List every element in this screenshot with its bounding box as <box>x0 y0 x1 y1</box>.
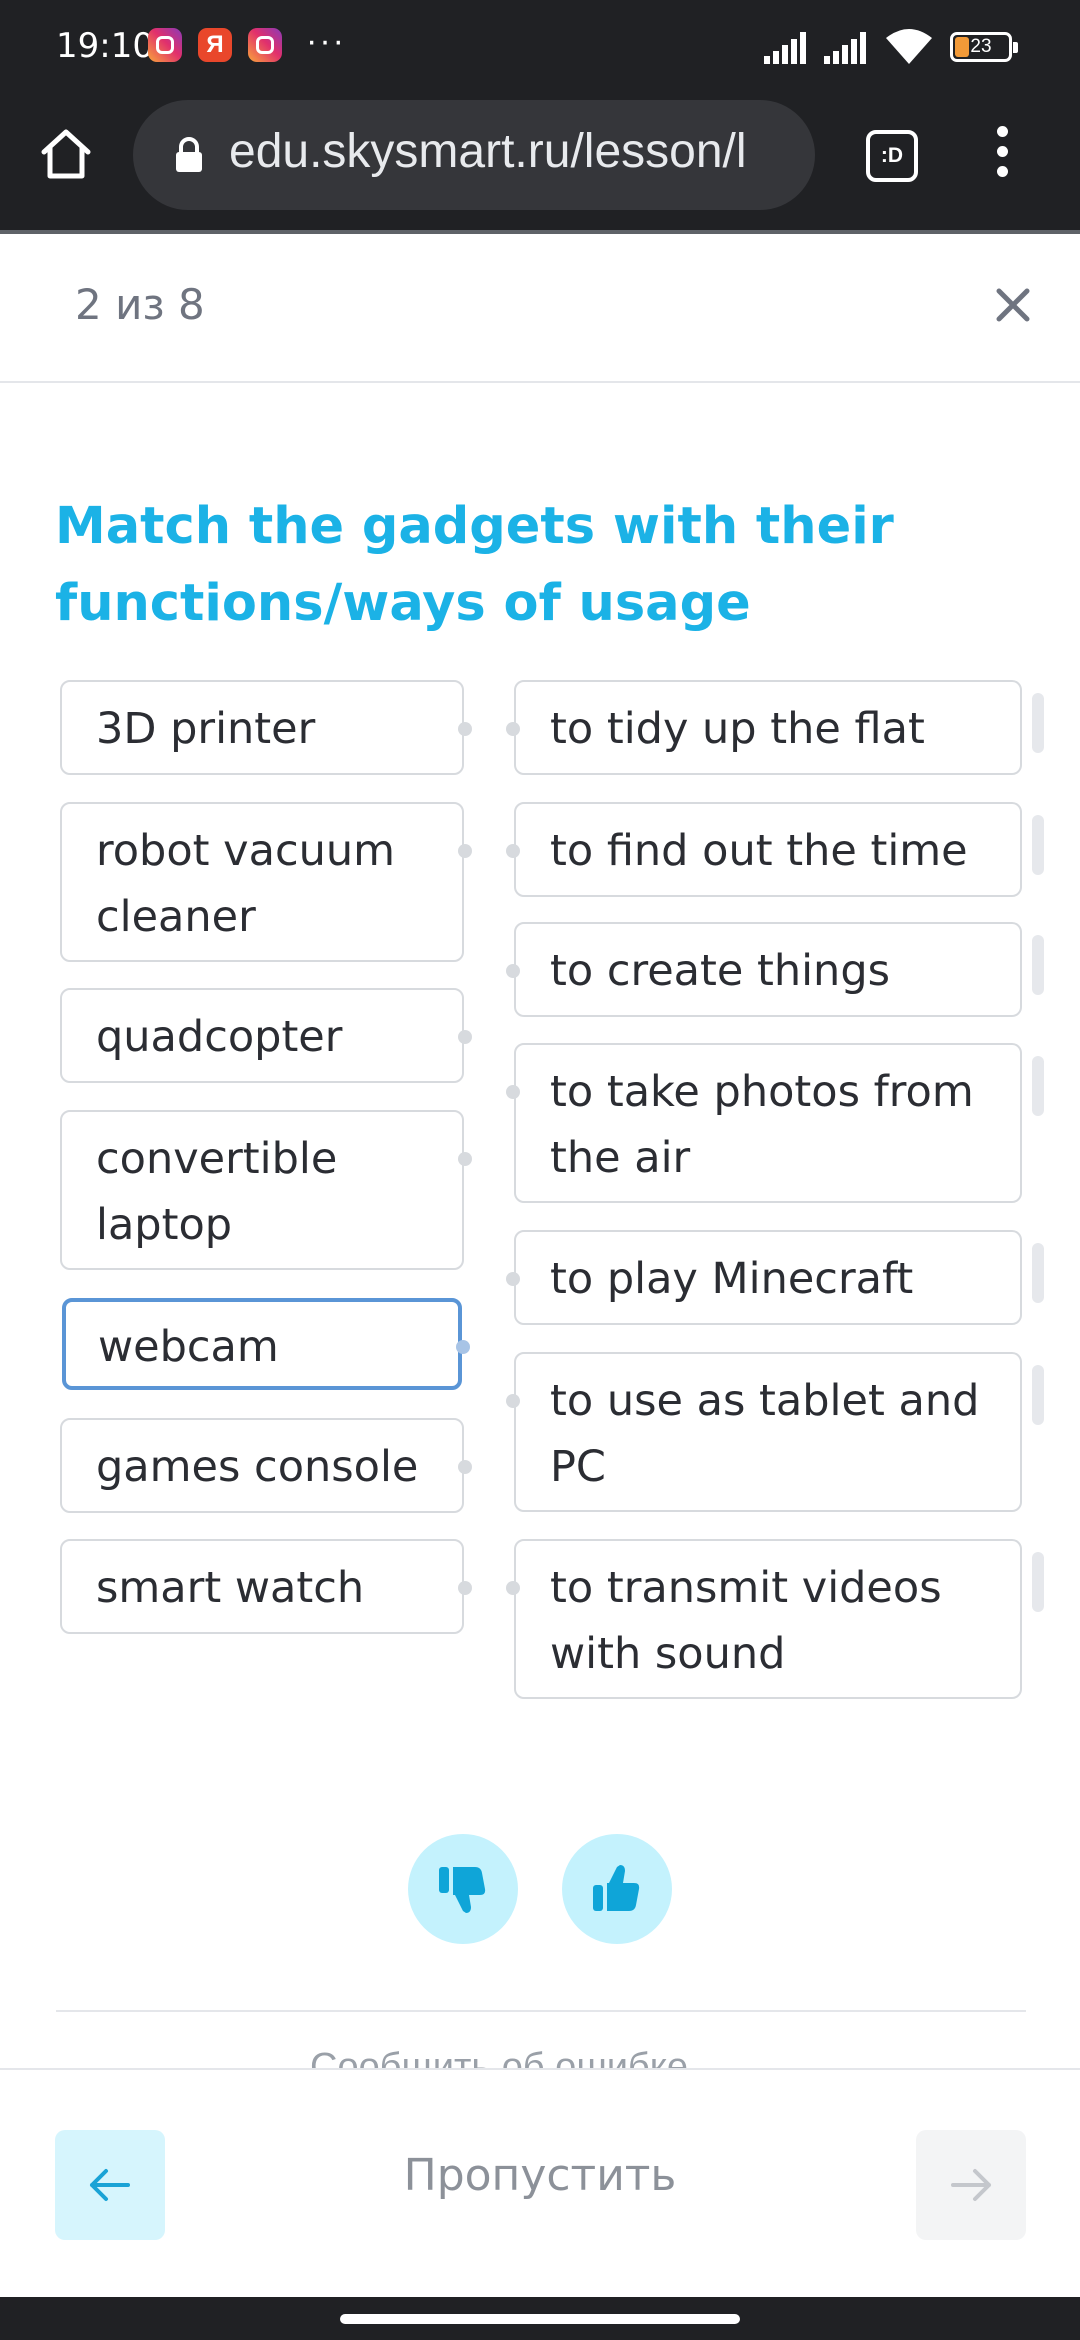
function-label: to take photos from the air <box>550 1067 974 1183</box>
gadget-card[interactable]: robot vacuum cleaner <box>60 802 472 962</box>
report-error-link[interactable]: Сообщить об ошибке <box>310 2048 688 2070</box>
toolbar-divider <box>0 230 1080 234</box>
content-divider <box>56 2010 1026 2012</box>
instagram-icon <box>248 28 282 62</box>
drag-handle[interactable] <box>1032 1243 1044 1303</box>
connector-dot[interactable] <box>506 1085 520 1099</box>
gadget-label: quadcopter <box>96 1012 343 1062</box>
header-divider <box>0 381 1080 383</box>
signal-icon <box>764 32 806 64</box>
function-label: to find out the time <box>550 826 968 876</box>
task-title: Match the gadgets with their functions/w… <box>55 497 894 633</box>
connector-dot[interactable] <box>456 1340 470 1354</box>
signal-icon <box>824 32 866 64</box>
function-label: to transmit videos with sound <box>550 1563 942 1679</box>
function-card[interactable]: to find out the time <box>506 802 1022 897</box>
bottom-navigation: Пропустить <box>0 2068 1080 2297</box>
yandex-icon: Я <box>198 28 232 62</box>
connector-dot[interactable] <box>506 1581 520 1595</box>
connector-dot[interactable] <box>506 844 520 858</box>
gadget-label: games console <box>96 1442 419 1492</box>
wifi-icon <box>886 29 932 64</box>
function-card[interactable]: to transmit videos with sound <box>506 1539 1022 1699</box>
drag-handle[interactable] <box>1032 1552 1044 1612</box>
gadget-card[interactable]: 3D printer <box>60 680 472 775</box>
function-label: to tidy up the flat <box>550 704 925 754</box>
gadget-label: webcam <box>98 1322 279 1372</box>
function-card[interactable]: to use as tablet and PC <box>506 1352 1022 1512</box>
connector-dot[interactable] <box>506 722 520 736</box>
drag-handle[interactable] <box>1032 935 1044 995</box>
close-icon[interactable] <box>990 282 1036 328</box>
function-card[interactable]: to create things <box>506 922 1022 1017</box>
browser-menu-icon[interactable] <box>990 126 1014 190</box>
gadget-card[interactable]: games console <box>60 1418 472 1513</box>
thumbs-up-icon <box>593 1865 640 1911</box>
battery-icon: 23 <box>950 32 1018 62</box>
drag-handle[interactable] <box>1032 1365 1044 1425</box>
address-bar[interactable]: edu.skysmart.ru/lesson/l <box>133 100 815 210</box>
instagram-icon <box>148 28 182 62</box>
browser-toolbar: edu.skysmart.ru/lesson/l :D <box>0 96 1080 232</box>
lock-icon <box>176 137 202 172</box>
drag-handle[interactable] <box>1032 1056 1044 1116</box>
lesson-progress: 2 из 8 <box>75 280 205 329</box>
system-navigation-bar <box>0 2297 1080 2340</box>
url-text[interactable]: edu.skysmart.ru/lesson/l <box>229 124 747 179</box>
thumbs-down-button[interactable] <box>408 1834 518 1944</box>
function-label: to play Minecraft <box>550 1254 914 1304</box>
status-bar: 19:10 Я ··· 23 <box>0 0 1080 96</box>
gadget-card[interactable]: convertible laptop <box>60 1110 472 1270</box>
function-card[interactable]: to play Minecraft <box>506 1230 1022 1325</box>
thumbs-down-icon <box>439 1867 486 1913</box>
connector-dot[interactable] <box>458 1030 472 1044</box>
function-label: to create things <box>550 946 891 996</box>
gadget-label: 3D printer <box>96 704 316 754</box>
thumbs-up-button[interactable] <box>562 1834 672 1944</box>
function-label: to use as tablet and PC <box>550 1376 980 1492</box>
more-notifications-icon: ··· <box>306 22 346 60</box>
gadget-label: smart watch <box>96 1563 365 1613</box>
tabs-button[interactable]: :D <box>866 130 918 182</box>
connector-dot[interactable] <box>458 722 472 736</box>
connector-dot[interactable] <box>458 1581 472 1595</box>
connector-dot[interactable] <box>458 1152 472 1166</box>
gadget-label: convertible laptop <box>96 1134 338 1250</box>
home-indicator[interactable] <box>340 2314 740 2324</box>
battery-level: 23 <box>970 36 992 57</box>
connector-dot[interactable] <box>506 964 520 978</box>
function-card[interactable]: to tidy up the flat <box>506 680 1022 775</box>
connector-dot[interactable] <box>458 1460 472 1474</box>
arrow-right-icon <box>951 2169 991 2201</box>
gadget-card[interactable]: quadcopter <box>60 988 472 1083</box>
home-icon[interactable] <box>36 124 96 184</box>
status-time: 19:10 <box>56 26 154 66</box>
connector-dot[interactable] <box>506 1272 520 1286</box>
function-card[interactable]: to take photos from the air <box>506 1043 1022 1203</box>
drag-handle[interactable] <box>1032 815 1044 875</box>
connector-dot[interactable] <box>458 844 472 858</box>
connector-dot[interactable] <box>506 1394 520 1408</box>
gadget-card-selected[interactable]: webcam <box>62 1298 470 1390</box>
drag-handle[interactable] <box>1032 693 1044 753</box>
gadget-label: robot vacuum cleaner <box>96 826 396 942</box>
gadget-card[interactable]: smart watch <box>60 1539 472 1634</box>
next-button[interactable] <box>916 2130 1026 2240</box>
